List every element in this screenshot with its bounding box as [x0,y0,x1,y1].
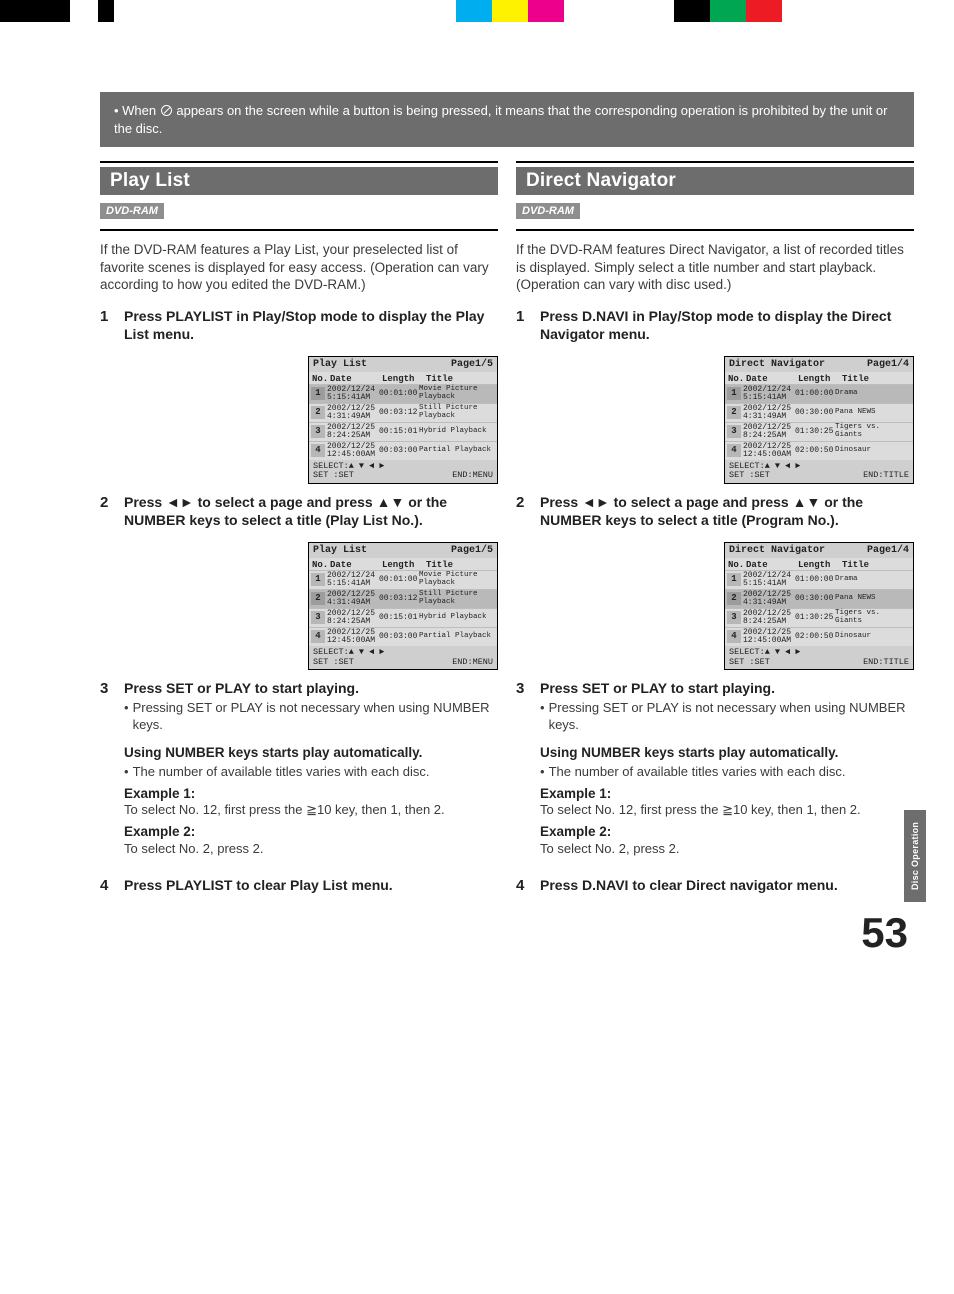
step-number: 3 [516,680,530,698]
example1-heading: Example 1: [540,785,914,803]
osd-row: 4 2002/12/2512:45:00AM 02:00:50 Dinosaur [725,441,913,460]
example1-heading: Example 1: [124,785,498,803]
osd-playlist-1: Play ListPage1/5 No.DateLengthTitle 1 20… [308,356,498,485]
osd-navigator-1: Direct NavigatorPage1/4 No.DateLengthTit… [724,356,914,485]
section-heading: Direct Navigator [516,167,914,195]
step-number: 3 [100,680,114,698]
bullet: • [540,700,545,734]
osd-navigator-2: Direct NavigatorPage1/4 No.DateLengthTit… [724,542,914,671]
step-number: 4 [100,877,114,895]
osd-row: 1 2002/12/245:15:41AM 00:01:00 Movie Pic… [309,384,497,403]
osd-row: 2 2002/12/254:31:49AM 00:03:12 Still Pic… [309,403,497,422]
side-tab: Disc Operation [904,810,926,902]
intro-text: If the DVD-RAM features a Play List, you… [100,241,498,294]
notice-text-post: appears on the screen while a button is … [114,103,887,136]
prohibited-icon [161,105,172,116]
osd-row: 3 2002/12/258:24:25AM 01:30:25 Tigers vs… [725,422,913,441]
rule [100,229,498,231]
step3-sub: Pressing SET or PLAY is not necessary wh… [549,700,914,734]
bullet: • [540,764,545,781]
step-text: Press D.NAVI in Play/Stop mode to displa… [540,308,914,344]
using-heading: Using NUMBER keys starts play automatica… [540,744,914,762]
page-number: 53 [100,897,914,957]
osd-row: 1 2002/12/245:15:41AM 01:00:00 Drama [725,570,913,589]
notice-text-pre: • When [114,103,160,118]
registration-color-bar [0,0,954,22]
step-number: 2 [516,494,530,530]
step3-sub: Pressing SET or PLAY is not necessary wh… [133,700,498,734]
example2-text: To select No. 2, press 2. [124,841,498,858]
titles-note: The number of available titles varies wi… [133,764,430,781]
osd-row: 3 2002/12/258:24:25AM 01:30:25 Tigers vs… [725,608,913,627]
disc-type-badge: DVD-RAM [516,203,580,219]
osd-row: 2 2002/12/254:31:49AM 00:30:00 Pana NEWS [725,403,913,422]
step-text: Press PLAYLIST in Play/Stop mode to disp… [124,308,498,344]
bullet: • [124,700,129,734]
step-number: 2 [100,494,114,530]
osd-row: 4 2002/12/2512:45:00AM 02:00:50 Dinosaur [725,627,913,646]
osd-row: 4 2002/12/2512:45:00AM 00:03:00 Partial … [309,441,497,460]
section-heading: Play List [100,167,498,195]
step-text: Press ◄► to select a page and press ▲▼ o… [124,494,498,530]
example1-text: To select No. 12, first press the ≧10 ke… [540,802,914,819]
osd-row: 2 2002/12/254:31:49AM 00:30:00 Pana NEWS [725,589,913,608]
osd-row: 4 2002/12/2512:45:00AM 00:03:00 Partial … [309,627,497,646]
example1-text: To select No. 12, first press the ≧10 ke… [124,802,498,819]
using-heading: Using NUMBER keys starts play automatica… [124,744,498,762]
step-number: 1 [516,308,530,344]
osd-row: 1 2002/12/245:15:41AM 01:00:00 Drama [725,384,913,403]
step-text: Press SET or PLAY to start playing. [124,680,359,698]
example2-heading: Example 2: [124,823,498,841]
bullet: • [124,764,129,781]
step-number: 4 [516,877,530,895]
titles-note: The number of available titles varies wi… [549,764,846,781]
intro-text: If the DVD-RAM features Direct Navigator… [516,241,914,294]
step-text: Press SET or PLAY to start playing. [540,680,775,698]
direct-navigator-column: Direct Navigator DVD-RAM If the DVD-RAM … [516,161,914,897]
example2-heading: Example 2: [540,823,914,841]
step-text: Press ◄► to select a page and press ▲▼ o… [540,494,914,530]
step-number: 1 [100,308,114,344]
step-text: Press D.NAVI to clear Direct navigator m… [540,877,838,895]
rule [516,229,914,231]
osd-playlist-2: Play ListPage1/5 No.DateLengthTitle 1 20… [308,542,498,671]
play-list-column: Play List DVD-RAM If the DVD-RAM feature… [100,161,498,897]
step-text: Press PLAYLIST to clear Play List menu. [124,877,393,895]
osd-row: 1 2002/12/245:15:41AM 00:01:00 Movie Pic… [309,570,497,589]
prohibited-notice: • When appears on the screen while a but… [100,92,914,147]
osd-row: 2 2002/12/254:31:49AM 00:03:12 Still Pic… [309,589,497,608]
osd-row: 3 2002/12/258:24:25AM 00:15:01 Hybrid Pl… [309,422,497,441]
example2-text: To select No. 2, press 2. [540,841,914,858]
osd-row: 3 2002/12/258:24:25AM 00:15:01 Hybrid Pl… [309,608,497,627]
disc-type-badge: DVD-RAM [100,203,164,219]
